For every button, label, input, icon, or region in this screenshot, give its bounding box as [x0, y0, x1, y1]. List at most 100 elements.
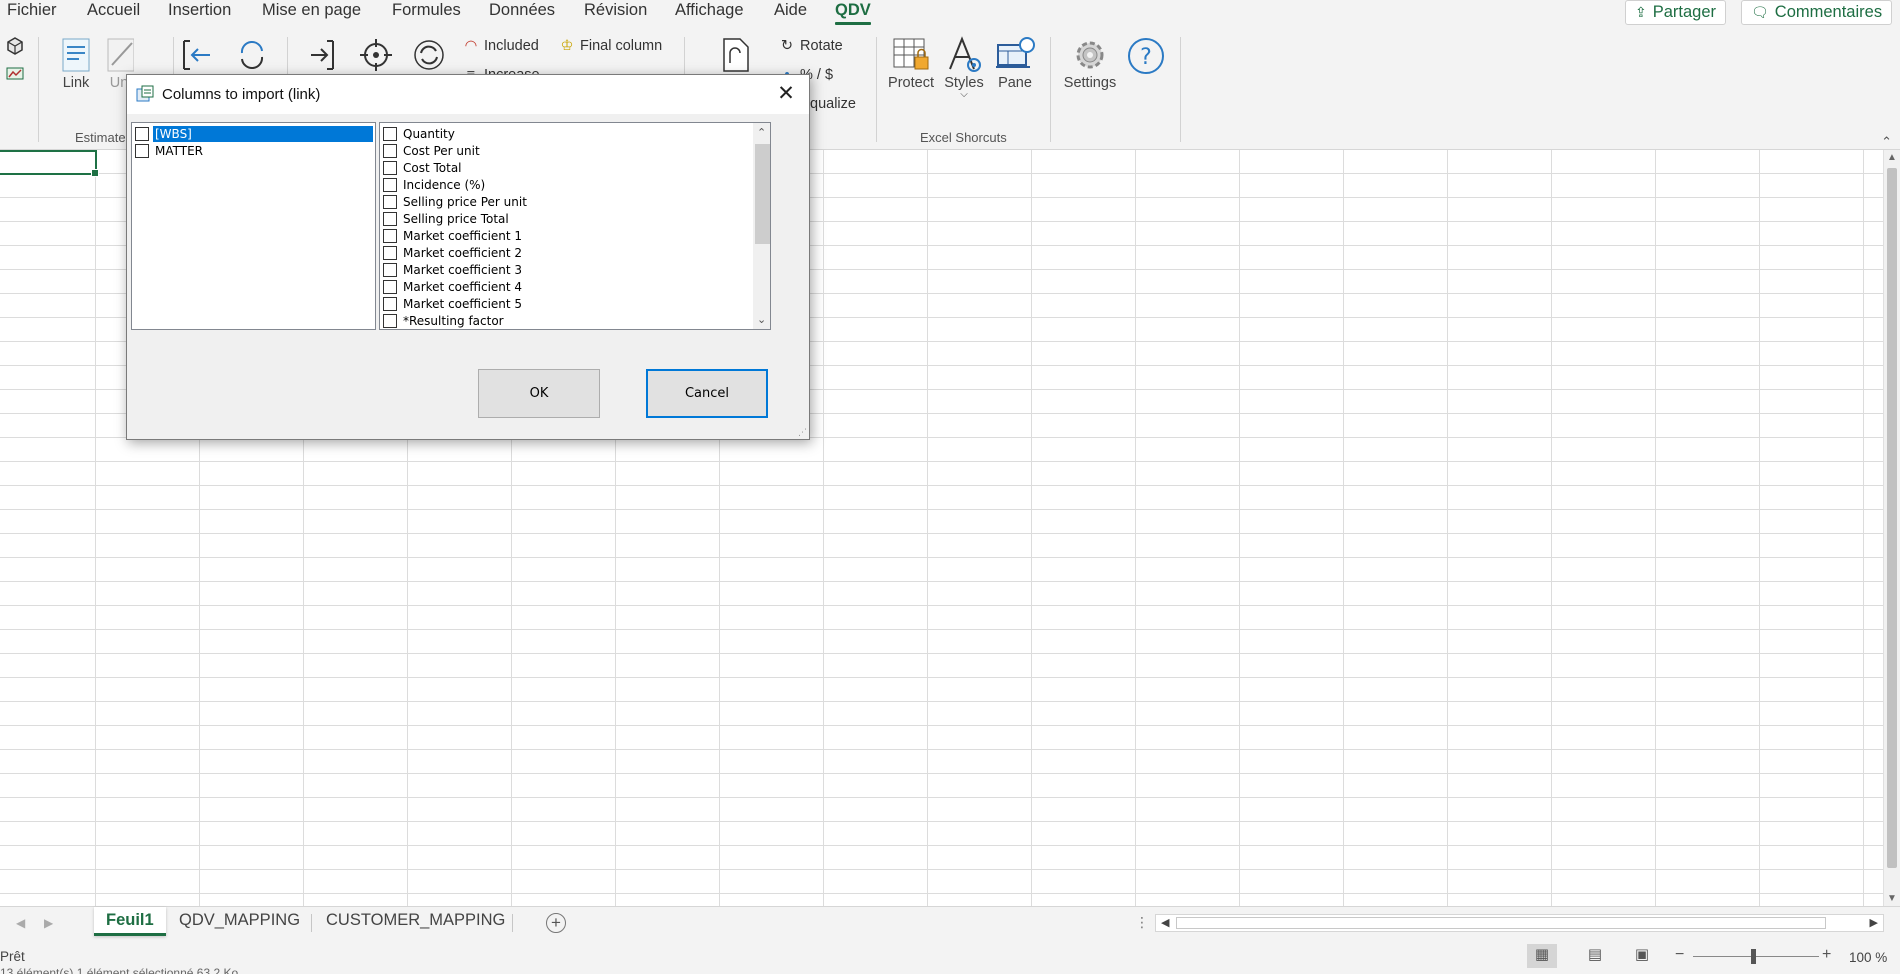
- scroll-down-icon[interactable]: ▼: [1887, 893, 1897, 904]
- zoom-slider-thumb[interactable]: [1751, 949, 1756, 964]
- checkbox[interactable]: [383, 126, 397, 141]
- list-item[interactable]: [WBS]: [135, 125, 373, 142]
- status-ready: Prêt: [0, 949, 25, 964]
- document-icon[interactable]: [718, 37, 752, 77]
- sheet-tab-qdv-mapping[interactable]: QDV_MAPPING: [167, 907, 312, 936]
- checkbox[interactable]: [383, 211, 397, 226]
- vertical-scroll-thumb[interactable]: [1887, 168, 1897, 868]
- share-button[interactable]: ⇪ Partager: [1625, 0, 1727, 25]
- close-icon[interactable]: ✕: [763, 75, 809, 114]
- list-item[interactable]: Incidence (%): [383, 176, 487, 193]
- cancel-button[interactable]: Cancel: [646, 369, 768, 418]
- tab-splitter-icon[interactable]: ⋮: [1135, 914, 1149, 931]
- menu-affichage[interactable]: Affichage: [675, 0, 744, 27]
- list-item[interactable]: Quantity: [383, 125, 457, 142]
- dialog-title-bar[interactable]: Columns to import (link) ✕: [127, 75, 809, 114]
- list-item[interactable]: Market coefficient 1: [383, 227, 524, 244]
- target-icon[interactable]: [358, 37, 394, 77]
- styles-button[interactable]: Styles ⌵: [941, 35, 987, 100]
- resize-grip-icon[interactable]: ⋰: [798, 427, 807, 438]
- export-right-icon[interactable]: [305, 37, 341, 77]
- scroll-up-icon[interactable]: ▲: [1887, 152, 1897, 163]
- chevron-up-icon[interactable]: ⌃: [757, 126, 766, 139]
- menu-donnees[interactable]: Données: [489, 0, 555, 27]
- menu-formules[interactable]: Formules: [392, 0, 461, 27]
- list-item[interactable]: Market coefficient 4: [383, 278, 524, 295]
- import-left-icon[interactable]: [180, 37, 216, 77]
- sync-icon[interactable]: [234, 37, 270, 77]
- checkbox[interactable]: [383, 279, 397, 294]
- explorer-status-text: 13 élément(s) 1 élément sélectionné 63,2…: [0, 966, 239, 974]
- checkbox[interactable]: [383, 313, 397, 328]
- list-item[interactable]: Selling price Total: [383, 210, 511, 227]
- vertical-scrollbar[interactable]: ▲ ▼: [1883, 150, 1900, 906]
- comments-button[interactable]: 🗨 Commentaires: [1741, 0, 1893, 25]
- dialog-title: Columns to import (link): [162, 86, 321, 103]
- rotate-button[interactable]: ↻ Rotate: [778, 38, 843, 54]
- normal-view-icon[interactable]: ▦: [1527, 944, 1557, 968]
- chevron-down-icon[interactable]: ⌄: [757, 313, 766, 326]
- checkbox[interactable]: [383, 177, 397, 192]
- scroll-left-icon[interactable]: ◀: [1161, 916, 1169, 929]
- equalize-button[interactable]: qualize: [810, 96, 856, 112]
- checkbox[interactable]: [383, 194, 397, 209]
- horizontal-scrollbar[interactable]: ◀ ▶: [1155, 914, 1884, 932]
- list-item[interactable]: *Resulting factor: [383, 312, 506, 329]
- menu-aide[interactable]: Aide: [774, 0, 807, 27]
- page-break-view-icon[interactable]: ▣: [1627, 944, 1657, 968]
- list-item[interactable]: Selling price Per unit: [383, 193, 529, 210]
- left-listbox[interactable]: [WBS] MATTER: [131, 122, 376, 330]
- help-icon[interactable]: ?: [1127, 37, 1165, 79]
- list-item[interactable]: Market coefficient 2: [383, 244, 524, 261]
- scroll-right-icon[interactable]: ▶: [1870, 916, 1878, 929]
- add-sheet-button[interactable]: +: [546, 913, 566, 933]
- list-item[interactable]: Market coefficient 5: [383, 295, 524, 312]
- pane-button[interactable]: Pane: [993, 35, 1037, 91]
- list-item[interactable]: Cost Per unit: [383, 142, 482, 159]
- checkbox[interactable]: [383, 296, 397, 311]
- included-button[interactable]: ◠ Included: [462, 38, 539, 54]
- checkbox[interactable]: [383, 228, 397, 243]
- prev-sheet-icon[interactable]: ◀: [16, 916, 25, 930]
- collapse-ribbon-icon[interactable]: ⌃: [1881, 134, 1892, 150]
- cube-icon[interactable]: [6, 37, 24, 59]
- menu-qdv[interactable]: QDV: [835, 0, 871, 27]
- list-item[interactable]: Market coefficient 3: [383, 261, 524, 278]
- active-cell[interactable]: [0, 150, 99, 177]
- settings-button[interactable]: Settings: [1060, 35, 1120, 91]
- checkbox[interactable]: [383, 262, 397, 277]
- checkbox[interactable]: [135, 126, 149, 141]
- listbox-scrollbar[interactable]: ⌃ ⌄: [753, 123, 770, 329]
- zoom-slider[interactable]: [1693, 956, 1819, 957]
- sheet-tab-feuil1[interactable]: Feuil1: [94, 907, 166, 936]
- refresh-icon[interactable]: [411, 37, 447, 77]
- menu-insertion[interactable]: Insertion: [168, 0, 231, 27]
- zoom-out-icon[interactable]: −: [1675, 946, 1684, 964]
- ok-button[interactable]: OK: [478, 369, 600, 418]
- menu-mise-en-page[interactable]: Mise en page: [262, 0, 361, 27]
- page-layout-view-icon[interactable]: ▤: [1580, 944, 1610, 968]
- menu-bar: Fichier Accueil Insertion Mise en page F…: [0, 0, 1900, 27]
- crown-icon: ♔: [560, 38, 574, 54]
- menu-revision[interactable]: Révision: [584, 0, 647, 27]
- sheet-tab-customer-mapping[interactable]: CUSTOMER_MAPPING: [314, 907, 517, 936]
- list-item[interactable]: Cost Total: [383, 159, 464, 176]
- checkbox[interactable]: [383, 245, 397, 260]
- chart-icon[interactable]: [6, 65, 24, 87]
- protect-button[interactable]: Protect: [885, 35, 937, 91]
- comment-icon: 🗨: [1751, 4, 1769, 20]
- checkbox[interactable]: [135, 143, 149, 158]
- right-listbox[interactable]: Quantity Cost Per unit Cost Total Incide…: [379, 122, 771, 330]
- menu-fichier[interactable]: Fichier: [7, 0, 57, 27]
- checkbox[interactable]: [383, 143, 397, 158]
- zoom-in-icon[interactable]: +: [1822, 946, 1831, 964]
- final-column-button[interactable]: ♔ Final column: [558, 38, 663, 54]
- menu-accueil[interactable]: Accueil: [87, 0, 140, 27]
- horizontal-scroll-thumb[interactable]: [1176, 917, 1826, 929]
- zoom-level[interactable]: 100 %: [1849, 950, 1887, 965]
- checkbox[interactable]: [383, 160, 397, 175]
- next-sheet-icon[interactable]: ▶: [44, 916, 53, 930]
- list-item[interactable]: MATTER: [135, 142, 205, 159]
- listbox-scroll-thumb[interactable]: [755, 144, 770, 244]
- link-button[interactable]: Link: [56, 35, 96, 91]
